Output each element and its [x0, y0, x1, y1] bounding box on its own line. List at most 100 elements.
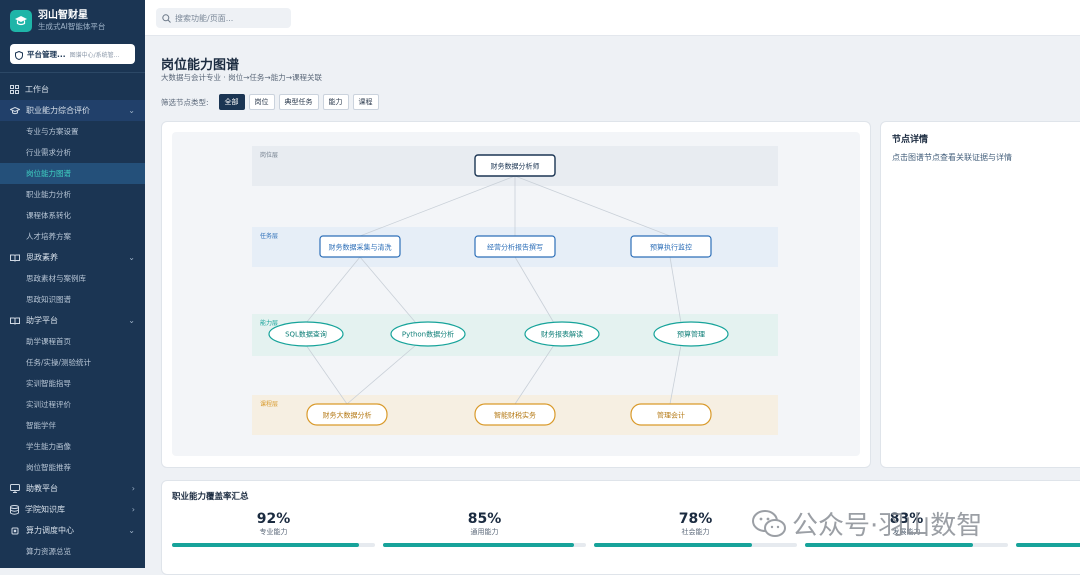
graph-node-label: 预算执行监控	[650, 243, 692, 252]
progress-fill	[594, 543, 753, 547]
sidebar-subitem[interactable]: 算力资源总览	[0, 541, 145, 562]
progress-fill	[1016, 543, 1080, 547]
sidebar-item-label: 助学平台	[26, 316, 58, 325]
graph-node-label: 财务数据分析师	[491, 162, 540, 171]
grid-icon	[10, 85, 19, 94]
chevron-down-icon: ⌄	[128, 316, 135, 325]
chip-icon	[10, 526, 20, 536]
brand: 羽山智财星 生成式AI智能体平台	[0, 0, 145, 38]
sidebar-subitem[interactable]: 职业能力分析	[0, 184, 145, 205]
shield-icon	[15, 45, 23, 64]
graduation-cap-icon	[10, 106, 20, 115]
search-input[interactable]: 搜索功能/页面...	[175, 13, 233, 24]
page-subtitle: 大数据与会计专业 · 岗位→任务→能力→课程关联	[161, 73, 323, 82]
filter-label: 筛选节点类型:	[161, 97, 209, 107]
sidebar-subitem[interactable]: 学生能力画像	[0, 436, 145, 457]
progress-track	[1016, 543, 1080, 547]
sidebar-item-workbench[interactable]: 工作台	[0, 79, 145, 100]
sidebar-item-knowledge-base[interactable]: 学院知识库 ›	[0, 499, 145, 520]
watermark: 公众号·羽山数智	[752, 505, 982, 542]
progress-fill	[805, 543, 974, 547]
graph-node-label: 预算管理	[677, 330, 705, 339]
filter-chip-all[interactable]: 全部	[218, 94, 245, 110]
book-icon	[10, 254, 20, 262]
graduation-cap-icon	[10, 10, 32, 32]
sidebar-subitem[interactable]: 智能学伴	[0, 415, 145, 436]
chevron-right-icon: ›	[131, 505, 135, 514]
node-type-filter: 筛选节点类型: 全部 岗位 典型任务 能力 课程	[161, 94, 379, 110]
layer-label-course: 课程层	[260, 400, 278, 408]
progress-track	[172, 543, 375, 547]
layer-label-ability: 能力层	[260, 319, 278, 327]
search-icon	[162, 13, 171, 23]
sidebar-subitem[interactable]: 思政知识图谱	[0, 289, 145, 310]
sidebar-subitem-active[interactable]: 岗位能力图谱	[0, 163, 145, 184]
graph-svg: 岗位层 任务层 能力层 课程层 财务数据分析师 财务数据采集与清洗 经营分析报告…	[252, 146, 778, 435]
sidebar-subitem[interactable]: 助学课程首页	[0, 331, 145, 352]
sidebar-subitem[interactable]: 任务/实操/测验统计	[0, 352, 145, 373]
brand-title: 羽山智财星	[38, 10, 88, 21]
search-box[interactable]: 搜索功能/页面...	[156, 8, 291, 28]
chevron-down-icon: ⌄	[128, 253, 135, 262]
sidebar-subitem[interactable]: 实训智能指导	[0, 373, 145, 394]
sidebar-nav: 工作台 职业能力综合评价 ⌄ 专业与方案设置 行业需求分析 岗位能力图谱 职业能…	[0, 79, 145, 562]
graph-node-label: 管理会计	[657, 411, 685, 420]
progress-track	[805, 543, 1008, 547]
divider	[0, 72, 145, 73]
coverage-metric: 92% 专业能力	[172, 511, 375, 537]
progress-track	[594, 543, 797, 547]
sidebar-subitem[interactable]: 实训过程评价	[0, 394, 145, 415]
database-icon	[10, 504, 19, 515]
metric-label: 专业能力	[259, 528, 288, 536]
graph-node-label: 智能财税实务	[494, 411, 536, 420]
node-detail-panel: 节点详情 点击图谱节点查看关联证据与详情	[880, 121, 1080, 468]
graph-node-label: Python数据分析	[402, 330, 454, 339]
metric-value: 85%	[467, 511, 502, 527]
sidebar-item-learning[interactable]: 助学平台 ⌄	[0, 310, 145, 331]
wechat-icon	[752, 509, 786, 538]
monitor-icon	[10, 484, 20, 493]
sidebar-item-label: 职业能力综合评价	[26, 106, 90, 115]
sidebar-item-ideology[interactable]: 思政素养 ⌄	[0, 247, 145, 268]
sidebar-item-label: 思政素养	[26, 253, 58, 262]
progress-fill	[383, 543, 574, 547]
main-content: 岗位能力图谱 大数据与会计专业 · 岗位→任务→能力→课程关联 筛选节点类型: …	[145, 37, 1080, 575]
graph-card: 岗位层 任务层 能力层 课程层 财务数据分析师 财务数据采集与清洗 经营分析报告…	[161, 121, 871, 468]
progress-track	[383, 543, 586, 547]
filter-chip-ability[interactable]: 能力	[322, 94, 349, 110]
knowledge-graph[interactable]: 岗位层 任务层 能力层 课程层 财务数据分析师 财务数据采集与清洗 经营分析报告…	[172, 132, 860, 456]
chevron-right-icon: ›	[131, 484, 135, 493]
sidebar-item-label: 算力调度中心	[26, 526, 74, 535]
layer-label-job: 岗位层	[260, 151, 278, 159]
sidebar-item-label: 学院知识库	[25, 505, 65, 514]
sidebar-subitem[interactable]: 岗位智能推荐	[0, 457, 145, 478]
chevron-down-icon: ⌄	[128, 106, 135, 115]
sidebar-item-label: 工作台	[25, 85, 49, 94]
watermark-text: 公众号·羽山数智	[792, 511, 983, 541]
coverage-title: 职业能力覆盖率汇总	[172, 492, 249, 502]
sidebar-item-label: 助教平台	[26, 484, 58, 493]
book-icon	[10, 317, 20, 325]
detail-title: 节点详情	[892, 135, 929, 145]
progress-fill	[172, 543, 359, 547]
org-name: 平台管理...	[27, 49, 66, 59]
graph-node-label: 财务报表解读	[541, 330, 583, 339]
detail-hint: 点击图谱节点查看关联证据与详情	[892, 153, 1012, 162]
sidebar-item-career-eval[interactable]: 职业能力综合评价 ⌄	[0, 100, 145, 121]
org-switcher[interactable]: 平台管理... 图谱中心/系统管...	[10, 44, 135, 64]
sidebar-subitem[interactable]: 行业需求分析	[0, 142, 145, 163]
sidebar-item-teaching[interactable]: 助教平台 ›	[0, 478, 145, 499]
graph-node-label: 经营分析报告撰写	[487, 243, 543, 252]
chevron-down-icon: ⌄	[128, 526, 135, 535]
filter-chip-job[interactable]: 岗位	[248, 94, 275, 110]
brand-subtitle: 生成式AI智能体平台	[38, 22, 106, 31]
sidebar-subitem[interactable]: 人才培养方案	[0, 226, 145, 247]
sidebar-item-compute[interactable]: 算力调度中心 ⌄	[0, 520, 145, 541]
filter-chip-course[interactable]: 课程	[352, 94, 379, 110]
sidebar-subitem[interactable]: 专业与方案设置	[0, 121, 145, 142]
filter-chip-task[interactable]: 典型任务	[278, 94, 319, 110]
graph-edges	[305, 175, 682, 405]
sidebar-subitem[interactable]: 课程体系转化	[0, 205, 145, 226]
page-title: 岗位能力图谱	[161, 58, 240, 73]
sidebar-subitem[interactable]: 思政素材与案例库	[0, 268, 145, 289]
